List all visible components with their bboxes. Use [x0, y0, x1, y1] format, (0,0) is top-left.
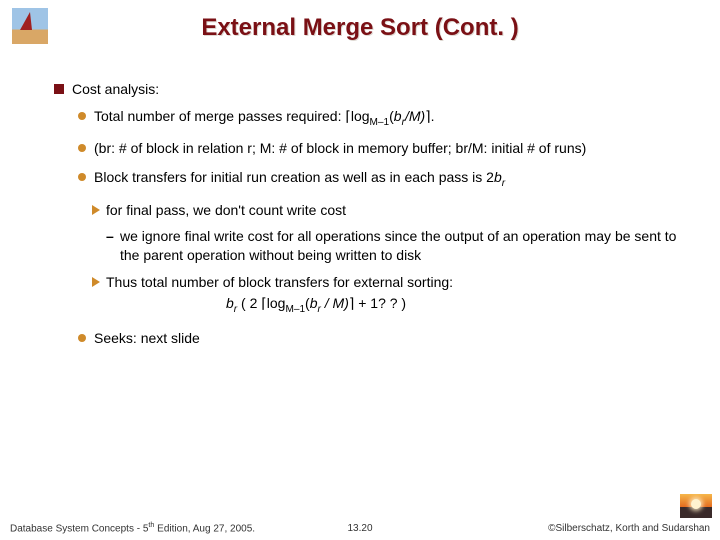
- footer-right: ©Silberschatz, Korth and Sudarshan: [548, 523, 710, 534]
- bullet-level0: Cost analysis:: [72, 80, 690, 99]
- slash-m: /M): [405, 108, 425, 124]
- bullet-level2: Thus total number of block transfers for…: [106, 273, 690, 316]
- var-b: b: [226, 295, 234, 311]
- log: log: [351, 108, 370, 124]
- sub-m1: M–1: [370, 117, 390, 128]
- period: .: [431, 108, 435, 124]
- dash-bullet-icon: –: [106, 227, 114, 246]
- sub-r: r: [502, 178, 505, 189]
- text-seeks: Seeks: next slide: [94, 330, 200, 346]
- log: log: [267, 295, 286, 311]
- footer-left-b: Edition, Aug 27, 2005.: [154, 523, 255, 534]
- text-passes-pre: Total number of merge passes required:: [94, 108, 345, 124]
- slide-number: 13.20: [347, 523, 372, 534]
- var-b2: b: [310, 295, 318, 311]
- text-transfers: Block transfers for initial run creation…: [94, 169, 494, 185]
- bullet-level3: – we ignore final write cost for all ope…: [120, 227, 690, 265]
- bullet-level1: (br: # of block in relation r; M: # of b…: [94, 139, 690, 158]
- text-total-transfers: Thus total number of block transfers for…: [106, 274, 453, 290]
- dot-bullet-icon: [78, 173, 86, 181]
- footer: Database System Concepts - 5th Edition, …: [10, 520, 710, 534]
- slide-title: External Merge Sort (Cont. ): [0, 0, 720, 42]
- var-b: b: [494, 169, 502, 185]
- text-cost-analysis: Cost analysis:: [72, 81, 159, 97]
- var-b: b: [394, 108, 402, 124]
- text-defs: (br: # of block in relation r; M: # of b…: [94, 140, 586, 156]
- dot-bullet-icon: [78, 144, 86, 152]
- formula: br ( 2 ⌈logM–1(br / M)⌉ + 1? ? ): [226, 294, 690, 316]
- open: ( 2: [237, 295, 261, 311]
- square-bullet-icon: [54, 84, 64, 94]
- logo-top-left: [12, 8, 48, 44]
- rest: / M): [321, 295, 349, 311]
- text-final-pass: for final pass, we don't count write cos…: [106, 202, 346, 218]
- triangle-bullet-icon: [92, 277, 100, 287]
- text-ignore-write: we ignore final write cost for all opera…: [120, 228, 676, 263]
- dot-bullet-icon: [78, 334, 86, 342]
- slide-body: Cost analysis: Total number of merge pas…: [72, 80, 690, 357]
- footer-left-a: Database System Concepts - 5: [10, 523, 148, 534]
- sub-m1: M–1: [285, 304, 305, 315]
- dot-bullet-icon: [78, 112, 86, 120]
- bullet-level2: for final pass, we don't count write cos…: [106, 201, 690, 220]
- bullet-level1: Seeks: next slide: [94, 329, 690, 348]
- bullet-level1: Total number of merge passes required: ⌈…: [94, 107, 690, 129]
- footer-left: Database System Concepts - 5th Edition, …: [10, 520, 255, 534]
- tail: + 1? ? ): [354, 295, 406, 311]
- bullet-level1: Block transfers for initial run creation…: [94, 168, 690, 190]
- triangle-bullet-icon: [92, 205, 100, 215]
- logo-bottom-right: [680, 494, 712, 518]
